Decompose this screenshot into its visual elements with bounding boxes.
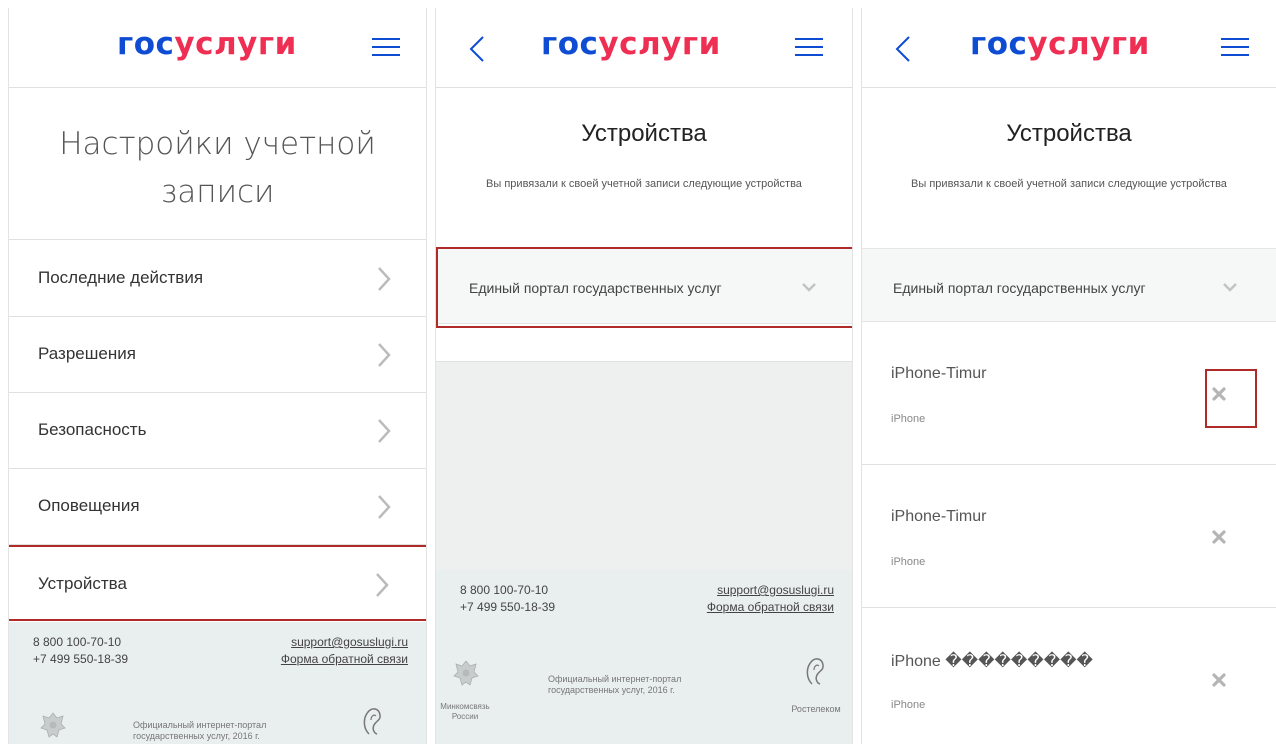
rostelecom-caption: Ростелеком xyxy=(791,704,841,714)
highlight-frame xyxy=(436,247,852,328)
chevron-right-icon xyxy=(376,573,389,597)
device-type: iPhone xyxy=(891,413,926,425)
page-title: Устройства xyxy=(581,120,707,147)
support-phone-2[interactable]: +7 499 550-18-39 xyxy=(460,599,555,616)
gosuslugi-logo[interactable]: госуслуги xyxy=(541,26,721,62)
portal-section-toggle[interactable]: Единый портал государственных услуг xyxy=(862,248,1276,322)
app-header: госуслуги xyxy=(436,8,852,88)
chevron-right-icon xyxy=(378,419,391,443)
menu-item-devices[interactable]: Устройства xyxy=(9,545,426,621)
menu-item-label: Разрешения xyxy=(38,344,136,363)
back-arrow-icon[interactable] xyxy=(892,34,914,64)
devices-screen-expanded: госуслуги Устройства Вы привязали к свое… xyxy=(861,8,1276,744)
device-item: iPhone-Timur iPhone xyxy=(862,465,1276,608)
device-name: iPhone-Timur xyxy=(891,365,987,382)
gosuslugi-logo[interactable]: госуслуги xyxy=(970,26,1150,62)
menu-icon[interactable] xyxy=(795,38,823,58)
page-title: Настройки учетной записи xyxy=(9,88,426,240)
back-arrow-icon[interactable] xyxy=(466,34,488,64)
chevron-down-icon xyxy=(1223,283,1237,292)
menu-item-label: Последние действия xyxy=(38,268,204,287)
highlight-frame xyxy=(1205,369,1257,428)
menu-item-security[interactable]: Безопасность xyxy=(9,393,426,469)
app-header: госуслуги xyxy=(862,8,1276,88)
support-email-link[interactable]: support@gosuslugi.ru xyxy=(281,634,408,651)
devices-screen-collapsed: госуслуги Устройства Вы привязали к свое… xyxy=(435,8,853,744)
portal-section-label: Единый портал государственных услуг xyxy=(893,280,1146,296)
device-name: iPhone-Timur xyxy=(891,508,987,525)
footer-links: support@gosuslugi.ru Форма обратной связ… xyxy=(707,582,834,616)
settings-menu: Последние действия Разрешения Безопаснос… xyxy=(9,241,426,621)
menu-item-permissions[interactable]: Разрешения xyxy=(9,317,426,393)
menu-item-label: Безопасность xyxy=(38,420,147,439)
russia-emblem-icon xyxy=(40,712,66,738)
device-type: iPhone xyxy=(891,556,926,568)
russia-emblem-icon xyxy=(453,660,479,686)
page-subtitle: Вы привязали к своей учетной записи след… xyxy=(911,178,1227,190)
menu-item-label: Оповещения xyxy=(38,496,140,515)
chevron-right-icon xyxy=(378,267,391,291)
gosuslugi-logo[interactable]: госуслуги xyxy=(117,26,297,62)
ministry-caption: Минкомсвязь России xyxy=(440,702,490,721)
official-portal-caption: Официальный интернет-портал государствен… xyxy=(133,720,267,741)
official-portal-caption: Официальный интернет-портал государствен… xyxy=(548,674,682,695)
rostelecom-logo-icon xyxy=(806,658,824,685)
menu-icon[interactable] xyxy=(1221,38,1249,58)
footer-links: support@gosuslugi.ru Форма обратной связ… xyxy=(281,634,408,668)
support-phone-1[interactable]: 8 800 100-70-10 xyxy=(460,582,555,599)
chevron-right-icon xyxy=(378,343,391,367)
app-header: госуслуги xyxy=(9,8,426,88)
support-phones: 8 800 100-70-10 +7 499 550-18-39 xyxy=(460,582,555,616)
menu-item-notifications[interactable]: Оповещения xyxy=(9,469,426,545)
menu-item-recent-actions[interactable]: Последние действия xyxy=(9,241,426,317)
page-footer: 8 800 100-70-10 +7 499 550-18-39 support… xyxy=(9,622,426,744)
chevron-right-icon xyxy=(378,495,391,519)
device-type: iPhone xyxy=(891,699,926,711)
rostelecom-logo-icon xyxy=(363,708,381,735)
menu-item-label: Устройства xyxy=(38,574,127,593)
feedback-form-link[interactable]: Форма обратной связи xyxy=(707,599,834,616)
account-settings-screen: госуслуги Настройки учетной записи После… xyxy=(8,8,427,744)
support-phones: 8 800 100-70-10 +7 499 550-18-39 xyxy=(33,634,128,668)
page-title: Устройства xyxy=(1006,120,1132,147)
device-item: iPhone ��������� iPhone xyxy=(862,608,1276,744)
close-icon[interactable] xyxy=(1212,673,1226,687)
page-subtitle: Вы привязали к своей учетной записи след… xyxy=(486,178,802,190)
page-footer: 8 800 100-70-10 +7 499 550-18-39 support… xyxy=(436,570,852,744)
empty-content-area xyxy=(436,361,852,570)
support-email-link[interactable]: support@gosuslugi.ru xyxy=(707,582,834,599)
close-icon[interactable] xyxy=(1212,530,1226,544)
device-name: iPhone ��������� xyxy=(891,653,1093,670)
menu-icon[interactable] xyxy=(372,38,400,58)
feedback-form-link[interactable]: Форма обратной связи xyxy=(281,651,408,668)
support-phone-2[interactable]: +7 499 550-18-39 xyxy=(33,651,128,668)
support-phone-1[interactable]: 8 800 100-70-10 xyxy=(33,634,128,651)
